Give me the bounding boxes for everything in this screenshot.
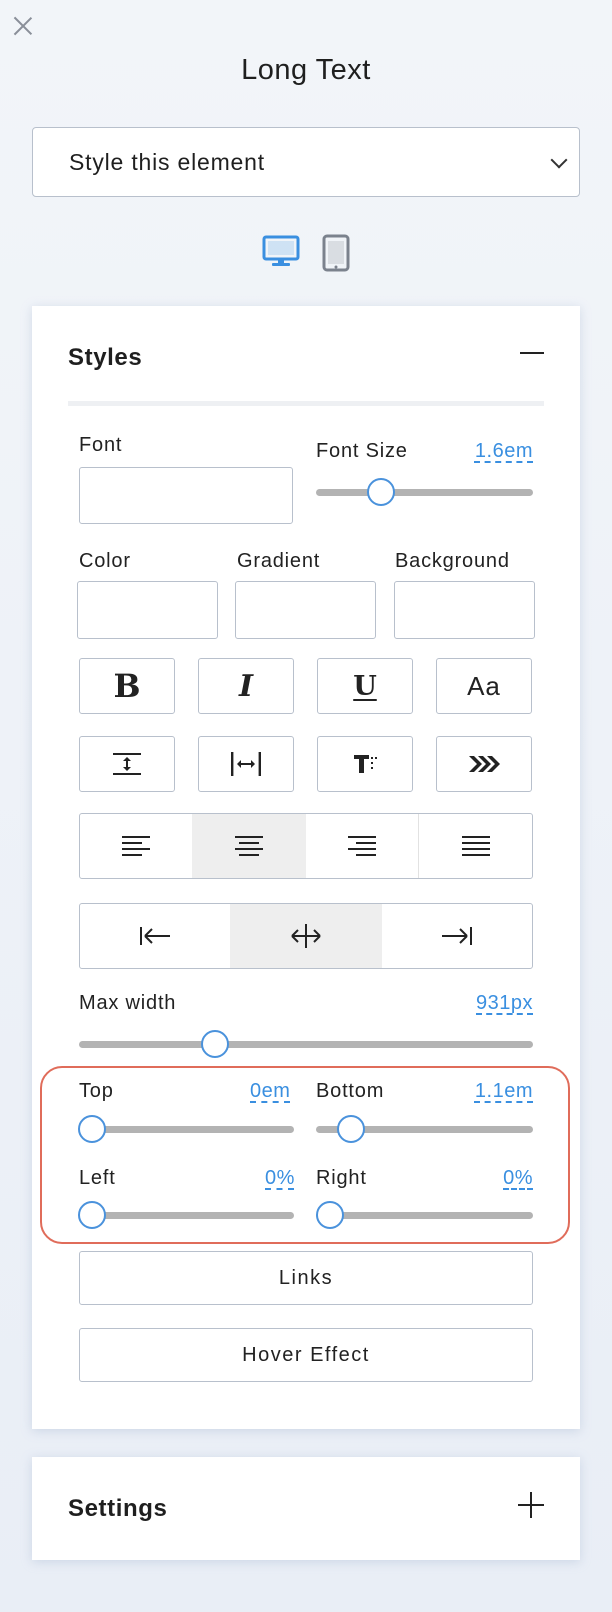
color-swatch[interactable] (77, 581, 218, 639)
block-left-button[interactable] (80, 904, 230, 968)
text-effect-button[interactable] (436, 736, 532, 792)
tablet-icon[interactable] (322, 234, 350, 277)
text-effect-icon (469, 756, 500, 772)
block-align-group (79, 903, 533, 969)
slider-track (79, 1041, 533, 1048)
line-height-button[interactable] (79, 736, 175, 792)
margins-highlight (40, 1066, 570, 1244)
block-right-button[interactable] (382, 904, 532, 968)
font-input[interactable] (79, 467, 293, 524)
align-left-button[interactable] (80, 814, 192, 878)
font-size-value[interactable]: 1.6em (475, 440, 533, 463)
slider-knob[interactable] (367, 478, 396, 506)
move-horizontal-icon (291, 924, 321, 948)
page-title: Long Text (241, 54, 371, 86)
bold-icon: B (113, 667, 141, 705)
color-label: Color (79, 550, 131, 572)
font-size-slider[interactable] (316, 478, 533, 506)
background-label: Background (395, 550, 510, 572)
max-width-slider[interactable] (79, 1030, 533, 1058)
italic-button[interactable]: I (198, 658, 294, 714)
slider-track (316, 489, 533, 496)
close-icon[interactable] (12, 14, 34, 36)
gradient-swatch[interactable] (235, 581, 376, 639)
arrow-left-bar-icon (140, 927, 170, 945)
text-transform-icon (354, 755, 377, 773)
line-height-icon (113, 753, 141, 775)
font-size-label: Font Size (316, 440, 408, 462)
bold-button[interactable]: B (79, 658, 175, 714)
max-width-label: Max width (79, 992, 177, 1014)
letter-spacing-icon (231, 752, 261, 776)
element-style-select[interactable]: Style this element (32, 127, 580, 197)
block-center-button[interactable] (230, 904, 382, 968)
hover-effect-button[interactable]: Hover Effect (79, 1328, 533, 1382)
align-center-icon (235, 836, 263, 856)
divider (68, 401, 544, 406)
align-right-icon (348, 836, 376, 856)
select-value: Style this element (69, 148, 265, 175)
align-justify-icon (461, 836, 490, 856)
letter-spacing-button[interactable] (198, 736, 294, 792)
background-swatch[interactable] (394, 581, 535, 639)
chevron-down-icon (550, 151, 568, 169)
styles-panel: Styles Font Font Size 1.6em Color Gradie… (32, 306, 580, 1429)
expand-icon[interactable] (518, 1492, 544, 1518)
underline-button[interactable]: U (317, 658, 413, 714)
gradient-label: Gradient (237, 550, 321, 572)
align-left-icon (122, 836, 150, 856)
italic-icon: I (238, 668, 254, 704)
underline-icon: U (353, 670, 377, 702)
settings-heading: Settings (68, 1495, 168, 1522)
align-justify-button[interactable] (419, 814, 532, 878)
text-align-group (79, 813, 533, 879)
links-button[interactable]: Links (79, 1251, 533, 1305)
font-case-button[interactable]: Aa (436, 658, 532, 714)
text-transform-button[interactable] (317, 736, 413, 792)
font-case-icon: Aa (467, 670, 501, 701)
styles-heading: Styles (68, 344, 143, 371)
max-width-value[interactable]: 931px (476, 992, 533, 1015)
slider-knob[interactable] (201, 1030, 230, 1058)
device-switcher (0, 234, 612, 277)
font-label: Font (79, 434, 123, 456)
collapse-icon[interactable] (520, 352, 544, 354)
desktop-icon[interactable] (262, 234, 300, 277)
settings-panel: Settings (32, 1457, 580, 1560)
align-center-button[interactable] (192, 814, 306, 878)
arrow-right-bar-icon (442, 927, 472, 945)
align-right-button[interactable] (306, 814, 419, 878)
